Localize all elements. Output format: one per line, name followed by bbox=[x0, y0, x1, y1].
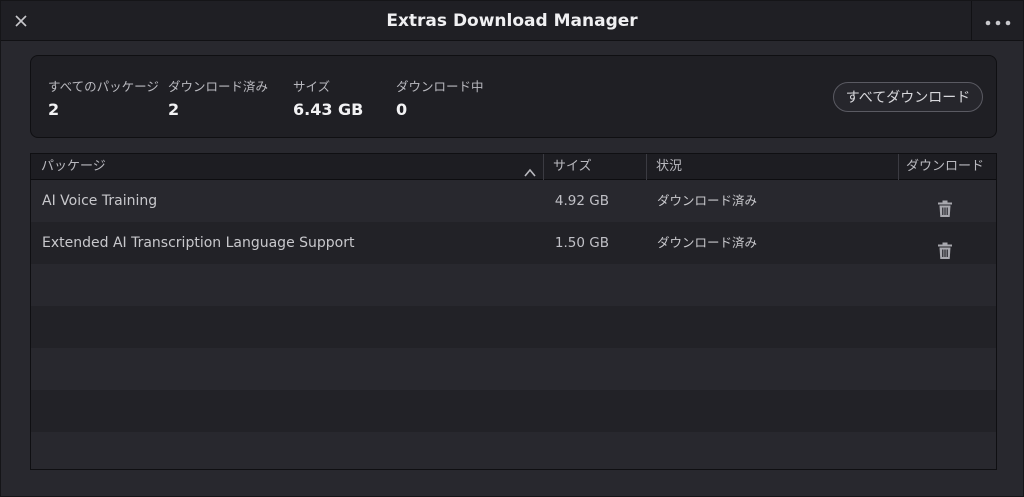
column-header-download[interactable]: ダウンロード bbox=[898, 154, 996, 180]
close-icon bbox=[15, 15, 27, 27]
stat-value: 0 bbox=[396, 100, 408, 119]
column-header-package[interactable]: パッケージ bbox=[31, 154, 543, 180]
empty-row bbox=[31, 306, 996, 348]
empty-row bbox=[31, 264, 996, 306]
download-all-button[interactable]: すべてダウンロード bbox=[833, 82, 983, 112]
packages-table: パッケージ サイズ 状況 ダウンロード AI Voice Training 4.… bbox=[30, 153, 997, 470]
stat-label: サイズ bbox=[293, 79, 331, 94]
package-size: 4.92 GB bbox=[554, 193, 609, 209]
stat-value: 2 bbox=[48, 100, 60, 119]
empty-row bbox=[31, 348, 996, 390]
more-options-button[interactable] bbox=[971, 1, 1023, 40]
chevron-up-icon[interactable] bbox=[524, 162, 536, 181]
empty-row bbox=[31, 390, 996, 432]
column-header-size[interactable]: サイズ bbox=[543, 154, 646, 180]
close-button[interactable] bbox=[9, 9, 33, 33]
stat-label: ダウンロード済み bbox=[168, 79, 269, 94]
column-header-status[interactable]: 状況 bbox=[646, 154, 898, 180]
table-body: AI Voice Training 4.92 GB ダウンロード済み Exten… bbox=[31, 180, 996, 469]
table-row[interactable]: AI Voice Training 4.92 GB ダウンロード済み bbox=[31, 180, 996, 222]
extras-download-manager-window: Extras Download Manager すべてのパッケージ 2 ダウンロ… bbox=[0, 0, 1024, 497]
package-name: Extended AI Transcription Language Suppo… bbox=[42, 235, 355, 251]
stat-label: ダウンロード中 bbox=[396, 79, 484, 94]
table-header: パッケージ サイズ 状況 ダウンロード bbox=[31, 154, 996, 180]
window-title: Extras Download Manager bbox=[386, 11, 638, 31]
more-horizontal-icon bbox=[985, 11, 1011, 30]
empty-row bbox=[31, 432, 996, 469]
package-status: ダウンロード済み bbox=[657, 235, 758, 250]
stat-value: 6.43 GB bbox=[293, 100, 364, 119]
stat-label: すべてのパッケージ bbox=[48, 79, 159, 94]
table-row[interactable]: Extended AI Transcription Language Suppo… bbox=[31, 222, 996, 264]
summary-panel: すべてのパッケージ 2 ダウンロード済み 2 サイズ 6.43 GB ダウンロー… bbox=[30, 55, 997, 138]
package-name: AI Voice Training bbox=[42, 193, 158, 209]
delete-button[interactable] bbox=[937, 192, 955, 217]
trash-icon bbox=[937, 200, 953, 222]
delete-button[interactable] bbox=[937, 234, 955, 259]
stat-value: 2 bbox=[168, 100, 180, 119]
package-size: 1.50 GB bbox=[554, 235, 609, 251]
title-bar: Extras Download Manager bbox=[1, 1, 1023, 41]
trash-icon bbox=[937, 242, 953, 264]
package-status: ダウンロード済み bbox=[657, 193, 758, 208]
